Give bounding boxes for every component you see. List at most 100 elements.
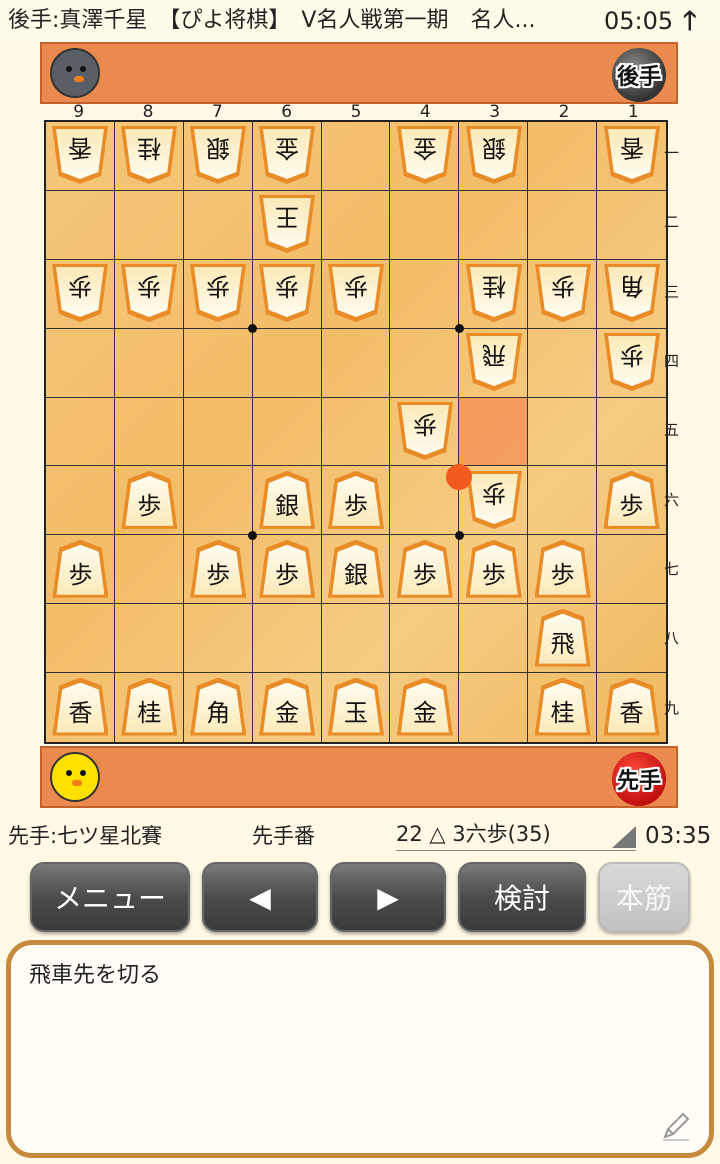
gote-piece[interactable]: 桂 <box>466 264 522 322</box>
gote-piece[interactable]: 金 <box>397 126 453 184</box>
board-square[interactable] <box>597 398 666 467</box>
board-square[interactable] <box>528 466 598 536</box>
board-square[interactable] <box>114 535 184 605</box>
board-square[interactable] <box>321 604 391 674</box>
piece-label: 銀 <box>470 129 518 179</box>
gote-piece[interactable]: 飛 <box>466 333 522 391</box>
menu-button[interactable]: メニュー <box>30 862 190 932</box>
board-square[interactable] <box>321 328 391 398</box>
rank-label: 九 <box>664 698 680 717</box>
pencil-icon[interactable] <box>659 1109 693 1143</box>
sente-piece[interactable]: 金 <box>259 677 316 736</box>
sente-piece[interactable]: 歩 <box>603 470 660 529</box>
sente-piece[interactable]: 歩 <box>465 539 522 598</box>
mainline-button[interactable]: 本筋 <box>598 862 690 932</box>
board-square[interactable] <box>252 328 322 398</box>
board-square[interactable] <box>252 397 322 467</box>
sente-piece[interactable]: 歩 <box>52 539 109 598</box>
board-square[interactable] <box>183 604 253 674</box>
board-square[interactable] <box>597 191 666 260</box>
sente-piece[interactable]: 歩 <box>328 470 384 529</box>
board-square[interactable] <box>114 190 184 260</box>
next-move-button[interactable]: ▶ <box>330 862 446 932</box>
board-square[interactable] <box>46 604 115 674</box>
gote-piece[interactable]: 歩 <box>190 264 246 322</box>
board-square[interactable] <box>528 122 598 191</box>
gote-piece[interactable]: 歩 <box>328 264 384 322</box>
board-square[interactable] <box>114 397 184 467</box>
sente-piece[interactable]: 香 <box>52 677 109 736</box>
sente-piece[interactable]: 飛 <box>534 608 591 667</box>
board-square[interactable] <box>114 604 184 674</box>
sente-piece[interactable]: 歩 <box>396 539 453 598</box>
sente-piece[interactable]: 歩 <box>259 539 316 598</box>
board-square[interactable] <box>46 397 115 467</box>
board-square[interactable] <box>390 190 460 260</box>
file-label: 6 <box>281 102 293 122</box>
board-square[interactable] <box>183 397 253 467</box>
sente-piece[interactable]: 歩 <box>534 539 591 598</box>
analyze-button[interactable]: 検討 <box>458 862 586 932</box>
sente-piece[interactable]: 銀 <box>259 470 316 529</box>
board-square[interactable] <box>528 190 598 260</box>
gote-piece[interactable]: 歩 <box>52 264 108 322</box>
gote-piece[interactable]: 香 <box>604 126 660 184</box>
board-square[interactable] <box>114 328 184 398</box>
gote-piece[interactable]: 歩 <box>397 402 453 460</box>
board-square[interactable] <box>46 328 115 398</box>
board-square[interactable] <box>528 328 598 398</box>
sente-piece[interactable]: 金 <box>396 677 453 736</box>
board-square[interactable] <box>459 604 529 674</box>
board-square[interactable] <box>321 397 391 467</box>
sente-piece[interactable]: 玉 <box>328 677 384 736</box>
board-square[interactable] <box>597 604 666 674</box>
comment-box[interactable]: 飛車先を切る <box>6 940 714 1158</box>
gote-piece[interactable]: 歩 <box>604 333 660 391</box>
gote-piece[interactable]: 金 <box>259 126 315 184</box>
board-square[interactable] <box>183 328 253 398</box>
board-square[interactable] <box>183 466 253 536</box>
board-square[interactable] <box>390 328 460 398</box>
clock: 03:35 <box>645 823 712 849</box>
sente-hand-area[interactable]: 先手 <box>40 746 678 808</box>
sente-piece[interactable]: 歩 <box>190 539 247 598</box>
board-square[interactable] <box>46 190 115 260</box>
prev-move-button[interactable]: ◀ <box>202 862 318 932</box>
highlighted-square[interactable] <box>459 397 529 467</box>
board-square[interactable] <box>46 466 115 536</box>
gote-piece[interactable]: 王 <box>259 195 315 253</box>
gote-piece[interactable]: 角 <box>604 264 660 322</box>
gote-piece[interactable]: 桂 <box>121 126 177 184</box>
sente-piece[interactable]: 桂 <box>534 677 591 736</box>
scroll-up-icon[interactable]: 🡑 <box>683 0 697 42</box>
gote-piece[interactable]: 銀 <box>190 126 246 184</box>
gote-piece[interactable]: 香 <box>52 126 108 184</box>
move-dropdown-icon[interactable] <box>612 826 636 848</box>
board-square[interactable] <box>459 190 529 260</box>
board-square[interactable] <box>597 535 666 605</box>
current-move[interactable]: 22 △ 3六歩(35) <box>396 818 636 851</box>
gote-piece[interactable]: 歩 <box>259 264 315 322</box>
gote-piece[interactable]: 歩 <box>535 264 591 322</box>
board-square[interactable] <box>321 122 391 191</box>
piece-label: 歩 <box>125 267 173 317</box>
board-square[interactable] <box>528 397 598 467</box>
piece-label: 飛 <box>470 336 518 386</box>
board-square[interactable] <box>321 190 391 260</box>
star-point <box>248 530 258 540</box>
shogi-board[interactable]: 香桂銀金金銀香王歩歩歩歩歩桂歩角飛歩歩歩歩銀歩歩歩歩歩銀歩歩歩飛香桂角金玉金桂香 <box>44 120 668 744</box>
gote-piece[interactable]: 歩 <box>466 471 522 529</box>
board-square[interactable] <box>390 604 460 674</box>
sente-piece[interactable]: 桂 <box>121 677 178 736</box>
board-square[interactable] <box>252 604 322 674</box>
gote-piece[interactable]: 歩 <box>121 264 177 322</box>
sente-piece[interactable]: 歩 <box>121 470 178 529</box>
board-square[interactable] <box>390 259 460 329</box>
sente-piece[interactable]: 香 <box>603 677 660 736</box>
sente-piece[interactable]: 銀 <box>328 539 384 598</box>
gote-piece[interactable]: 銀 <box>466 126 522 184</box>
sente-piece[interactable]: 角 <box>190 677 247 736</box>
gote-hand-area[interactable]: 後手 <box>40 42 678 104</box>
board-square[interactable] <box>183 190 253 260</box>
board-square[interactable] <box>459 673 529 742</box>
